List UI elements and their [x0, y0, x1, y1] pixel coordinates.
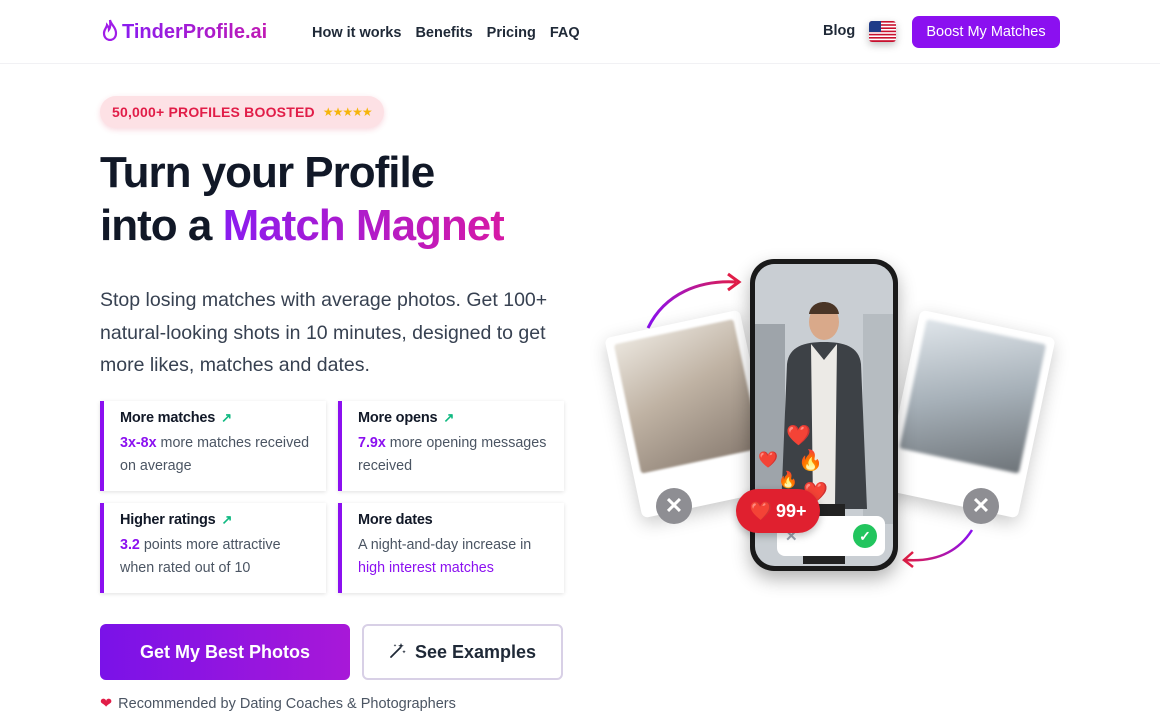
see-examples-label: See Examples — [414, 641, 537, 662]
recommendation-line: ❤ Recommended by Dating Coaches & Photog… — [100, 696, 456, 712]
hero-title-prefix: into a — [100, 201, 223, 250]
photo-image — [613, 319, 761, 474]
nav-link-pricing[interactable]: Pricing — [487, 25, 536, 41]
reject-icon[interactable]: ✕ — [656, 488, 692, 524]
heart-icon: ❤️ — [749, 500, 772, 521]
badge-text: 50,000+ PROFILES BOOSTED — [112, 104, 315, 120]
us-flag-icon[interactable] — [869, 21, 896, 42]
nav-link-benefits[interactable]: Benefits — [415, 25, 472, 41]
rating-stars-icon: ★★★★★ — [322, 105, 373, 119]
stat-highlight: 3x-8x — [120, 435, 157, 451]
nav-link-blog[interactable]: Blog — [823, 23, 855, 39]
match-count: 99+ — [775, 500, 807, 521]
see-examples-button[interactable]: See Examples — [362, 624, 563, 680]
nav-links: How it works Benefits Pricing FAQ — [312, 25, 580, 41]
nav-link-faq[interactable]: FAQ — [550, 25, 580, 41]
fire-reaction-icon: 🔥 — [778, 472, 798, 489]
stat-card-matches: More matches ↗ 3x-8x more matches receive… — [100, 401, 326, 491]
profiles-boosted-badge: 50,000+ PROFILES BOOSTED ★★★★★ — [100, 96, 384, 128]
heart-reaction-icon: ❤️ — [786, 425, 811, 447]
photo-before-right — [882, 309, 1056, 519]
trend-up-icon: ↗ — [221, 410, 232, 425]
match-count-badge: ❤️ 99+ — [736, 489, 820, 533]
hero-title: Turn your Profile into a Match Magnet — [100, 146, 505, 252]
heart-icon: ❤ — [100, 696, 113, 712]
trend-up-icon: ↗ — [443, 410, 455, 425]
top-nav: TinderProfile.ai How it works Benefits P… — [0, 0, 1160, 64]
nav-link-how-it-works[interactable]: How it works — [312, 25, 401, 41]
stat-highlight: high interest matches — [358, 560, 494, 576]
stat-title: More dates — [358, 512, 433, 528]
stat-highlight: 7.9x — [358, 435, 386, 451]
get-my-best-photos-button[interactable]: Get My Best Photos — [100, 624, 350, 680]
stat-text: A night-and-day increase in — [358, 537, 532, 553]
heart-reaction-icon: ❤️ — [758, 452, 778, 469]
boost-my-matches-button[interactable]: Boost My Matches — [912, 16, 1060, 48]
magic-wand-icon — [389, 641, 407, 664]
recommendation-text: Recommended by Dating Coaches & Photogra… — [118, 696, 456, 712]
stat-text: more opening messages received — [358, 435, 547, 474]
stat-text: points more attractive when rated out of… — [120, 537, 281, 576]
stat-card-ratings: Higher ratings ↗ 3.2 points more attracti… — [100, 503, 326, 593]
brand-name: TinderProfile.ai — [122, 21, 268, 43]
trend-up-icon: ↗ — [221, 512, 233, 527]
flame-logo-icon — [102, 19, 118, 46]
stat-title: More opens — [358, 410, 438, 426]
curved-arrow-back-icon — [902, 529, 974, 568]
brand-logo[interactable]: TinderProfile.ai — [102, 19, 267, 46]
hero-subtitle: Stop losing matches with average photos.… — [100, 289, 548, 376]
stat-title: More matches — [120, 410, 216, 426]
stat-card-opens: More opens ↗ 7.9x more opening messages r… — [338, 401, 564, 491]
photo-image — [899, 319, 1047, 474]
stat-highlight: 3.2 — [120, 537, 140, 553]
hero-title-line1: Turn your Profile — [100, 148, 435, 197]
like-check-icon[interactable]: ✓ — [853, 524, 877, 548]
hero-title-highlight: Match Magnet — [222, 201, 505, 250]
stat-title: Higher ratings — [120, 512, 216, 528]
fire-reaction-icon: 🔥 — [798, 450, 823, 472]
reject-icon[interactable]: ✕ — [963, 488, 999, 524]
stat-card-dates: More dates A night-and-day increase in h… — [338, 503, 564, 593]
